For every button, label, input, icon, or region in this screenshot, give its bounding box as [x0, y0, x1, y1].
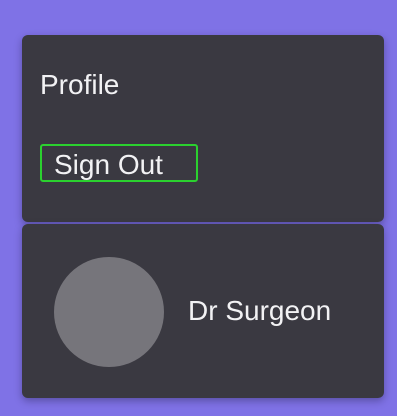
user-profile-card[interactable]: Dr Surgeon — [22, 224, 384, 398]
avatar — [54, 257, 164, 367]
profile-menu-item[interactable]: Profile — [40, 71, 119, 99]
sign-out-menu-item[interactable]: Sign Out — [40, 144, 198, 182]
user-name: Dr Surgeon — [188, 295, 332, 326]
user-dropdown-menu: Profile Sign Out — [22, 35, 384, 222]
app-stage: Profile Sign Out Dr Surgeon — [0, 0, 397, 416]
